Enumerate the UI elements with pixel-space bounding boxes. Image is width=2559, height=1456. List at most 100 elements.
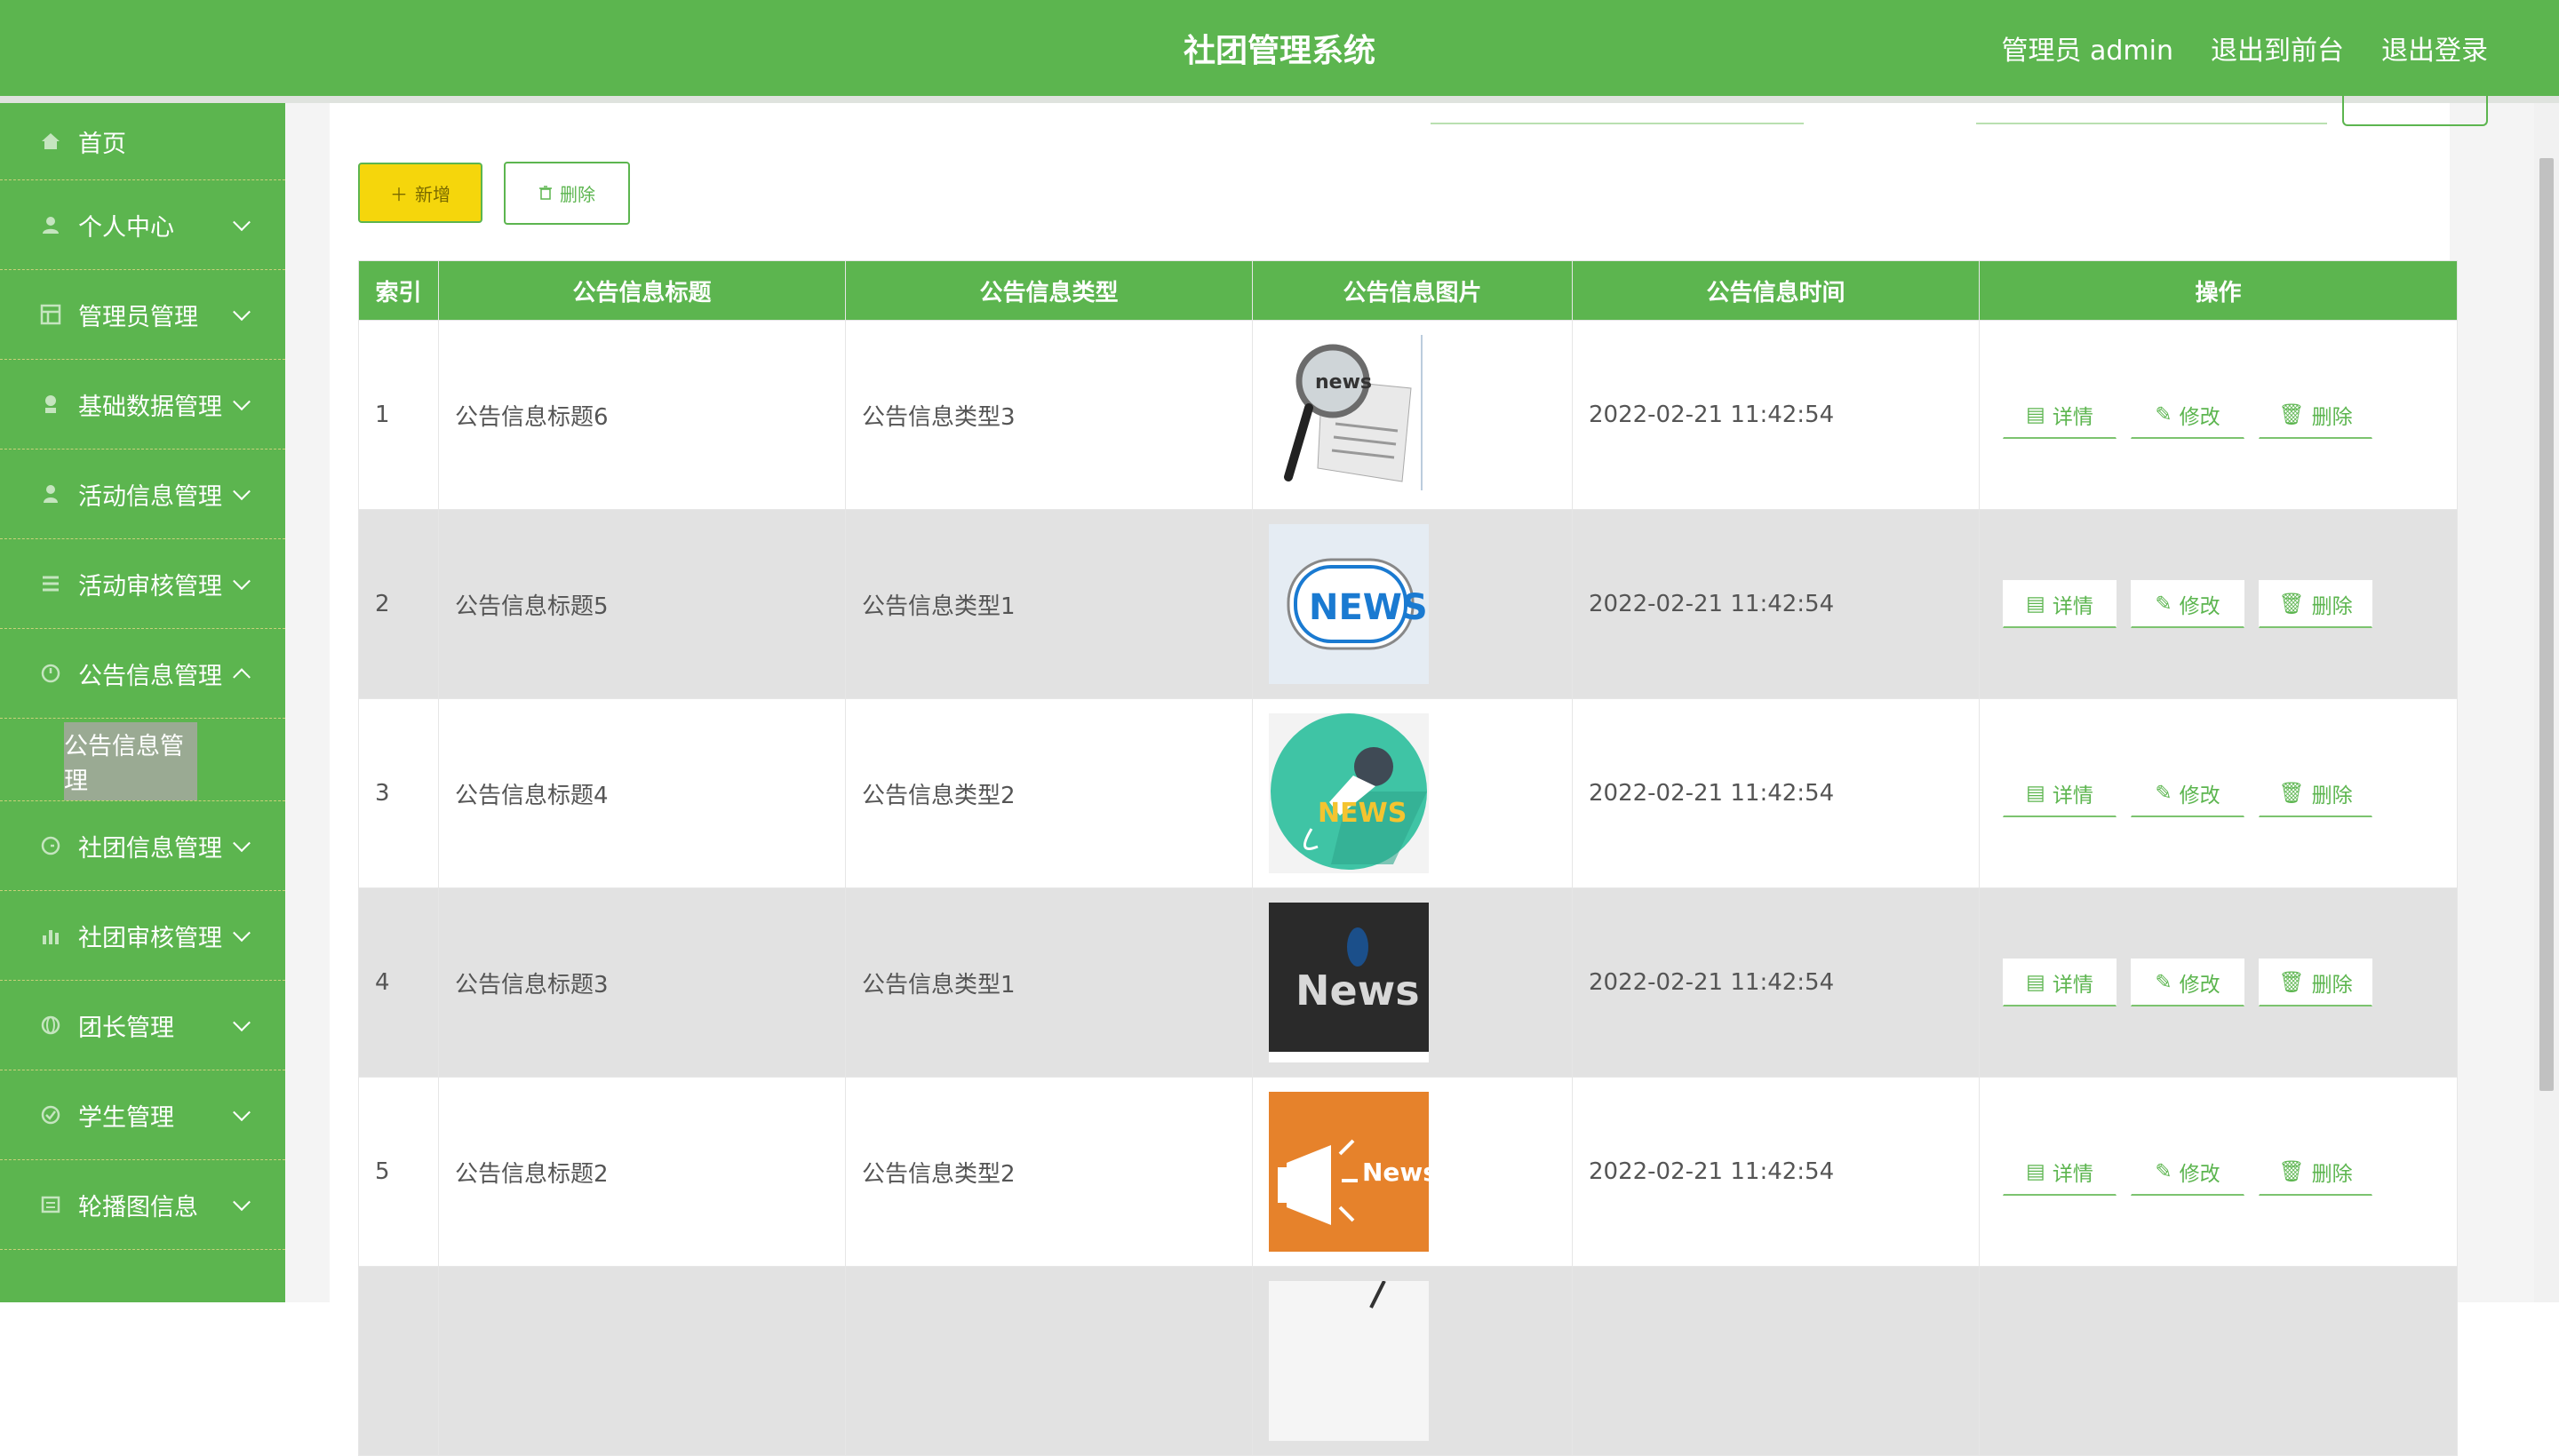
sidebar-item-student[interactable]: 学生管理 [0,1070,285,1160]
sidebar-item-carousel[interactable]: 轮播图信息 [0,1160,285,1250]
cell-time: 2022-02-21 11:42:54 [1572,509,1980,699]
notice-table: 索引 公告信息标题 公告信息类型 公告信息图片 公告信息时间 操作 1 公告信息… [358,260,2458,1456]
delete-button[interactable]: 🗑︎ 删除 [2259,1148,2372,1196]
notice-thumbnail: NEWS [1269,524,1429,684]
globe-icon [39,1014,62,1037]
notice-thumbnail: news [1269,335,1429,495]
sidebar-item-basic-data[interactable]: 基础数据管理 [0,360,285,450]
trash-icon [538,183,553,204]
edit-icon: ✎ [2155,970,2172,994]
chevron-down-icon [233,1103,251,1122]
cell-image [1252,1266,1573,1456]
logout-link[interactable]: 退出登录 [2381,28,2488,68]
cell-index: 2 [358,509,439,699]
cell-time: 2022-02-21 11:42:54 [1572,887,1980,1078]
delete-label: 删除 [2311,594,2353,618]
sidebar-subitem-notice-manage[interactable]: 公告信息管理 [64,722,197,800]
detail-button[interactable]: ▤ 详情 [2003,391,2117,439]
sidebar-item-personal[interactable]: 个人中心 [0,180,285,270]
to-front-link[interactable]: 退出到前台 [2211,28,2344,68]
top-header: 社团管理系统 管理员 admin 退出到前台 退出登录 [0,0,2559,96]
search-input-title[interactable] [1431,123,1804,124]
edit-button[interactable]: ✎ 修改 [2131,580,2244,628]
sidebar-item-leader[interactable]: 团长管理 [0,981,285,1070]
table-row [358,1266,2458,1456]
delete-button[interactable]: 🗑︎ 删除 [2259,959,2372,1006]
detail-button[interactable]: ▤ 详情 [2003,959,2117,1006]
detail-label: 详情 [2052,784,2093,808]
check-icon [39,1103,62,1126]
add-button-label: 新增 [415,183,450,205]
cell-title: 公告信息标题3 [438,887,846,1078]
user-label: 管理员 admin [2001,36,2173,67]
edit-button[interactable]: ✎ 修改 [2131,769,2244,817]
detail-button[interactable]: ▤ 详情 [2003,580,2117,628]
sidebar: 首页 个人中心 管理员管理 基础数据管理 活动信息管理 活动审核管理 公告信息管… [0,103,285,1302]
sidebar-item-activity[interactable]: 活动信息管理 [0,450,285,539]
scrollbar-thumb[interactable] [2539,158,2554,1091]
edit-label: 修改 [2179,784,2220,808]
table-row: 2 公告信息标题5 公告信息类型1 NEWS 2022-02-21 11:42:… [358,509,2458,699]
vertical-scrollbar[interactable] [2534,103,2559,1302]
edit-button[interactable]: ✎ 修改 [2131,391,2244,439]
sidebar-item-label: 首页 [78,130,126,158]
chevron-down-icon [233,303,251,322]
detail-button[interactable]: ▤ 详情 [2003,769,2117,817]
detail-button[interactable]: ▤ 详情 [2003,1148,2117,1196]
chevron-down-icon [233,924,251,943]
trash-icon: 🗑︎ [2278,593,2305,616]
sidebar-item-admin[interactable]: 管理员管理 [0,270,285,360]
cell-image: News [1252,887,1573,1078]
list-icon [39,572,62,595]
document-icon: ▤ [2026,1159,2045,1183]
delete-button[interactable]: 🗑︎ 删除 [2259,391,2372,439]
edit-label: 修改 [2179,405,2220,429]
search-button[interactable] [2342,94,2488,126]
cell-image: News [1252,1077,1573,1267]
sidebar-item-label: 团长管理 [78,1014,174,1042]
sidebar-item-label: 公告信息管理 [78,662,222,690]
notice-thumbnail: News [1269,903,1429,1062]
list-icon [39,1193,62,1216]
search-input-type[interactable] [1976,123,2327,124]
cell-title: 公告信息标题2 [438,1077,846,1267]
cell-actions: ▤ 详情 ✎ 修改 🗑︎ 删除 [1979,698,2458,888]
cell-actions: ▤ 详情 ✎ 修改 🗑︎ 删除 [1979,1077,2458,1267]
cell-type: 公告信息类型2 [845,1077,1253,1267]
cell-type [845,1266,1253,1456]
home-icon [39,130,62,153]
column-header-actions: 操作 [1979,260,2458,321]
table-row: 5 公告信息标题2 公告信息类型2 News 2022-02-21 11:4 [358,1077,2458,1267]
plus-icon: ＋ [390,183,408,205]
sidebar-item-activity-review[interactable]: 活动审核管理 [0,539,285,629]
batch-delete-button[interactable]: 删除 [504,162,630,225]
svg-text:News: News [1295,967,1420,1014]
table-row: 1 公告信息标题6 公告信息类型3 news 2022-02-21 11:42:… [358,320,2458,510]
sidebar-item-club[interactable]: 社团信息管理 [0,801,285,891]
detail-label: 详情 [2052,405,2093,429]
delete-button[interactable]: 🗑︎ 删除 [2259,769,2372,817]
trash-icon: 🗑︎ [2278,782,2305,805]
edit-button[interactable]: ✎ 修改 [2131,1148,2244,1196]
header-links: 管理员 admin 退出到前台 退出登录 [2001,28,2488,68]
edit-label: 修改 [2179,594,2220,618]
data-icon [39,393,62,416]
notice-thumbnail: NEWS [1269,713,1429,873]
edit-button[interactable]: ✎ 修改 [2131,959,2244,1006]
cell-image: NEWS [1252,698,1573,888]
sidebar-item-label: 活动信息管理 [78,482,222,511]
sidebar-item-home[interactable]: 首页 [0,103,285,180]
cell-time [1572,1266,1980,1456]
cell-actions: ▤ 详情 ✎ 修改 🗑︎ 删除 [1979,887,2458,1078]
document-icon: ▤ [2026,402,2045,426]
sidebar-item-club-review[interactable]: 社团审核管理 [0,891,285,981]
delete-label: 删除 [2311,1162,2353,1186]
detail-label: 详情 [2052,1162,2093,1186]
delete-button[interactable]: 🗑︎ 删除 [2259,580,2372,628]
add-button[interactable]: ＋ 新增 [358,163,482,223]
cell-image: news [1252,320,1573,510]
sidebar-item-label: 社团信息管理 [78,834,222,863]
clock-icon [39,834,62,857]
sidebar-item-label: 社团审核管理 [78,924,222,952]
sidebar-item-notice[interactable]: 公告信息管理 [0,629,285,719]
